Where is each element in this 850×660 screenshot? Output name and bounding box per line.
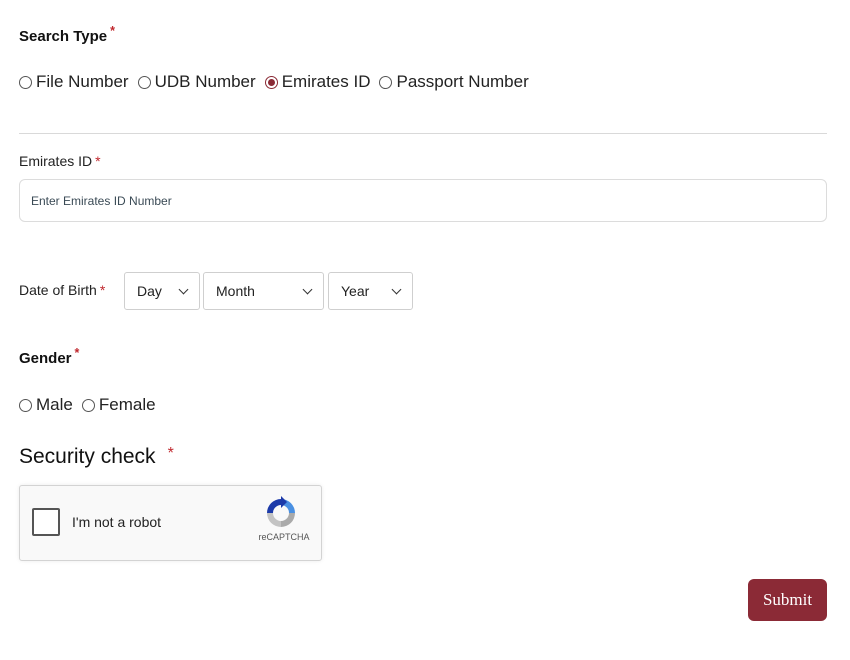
chevron-down-icon bbox=[178, 284, 189, 294]
day-select[interactable]: Day bbox=[124, 272, 200, 310]
gender-label: Gender * bbox=[19, 346, 79, 367]
year-select[interactable]: Year bbox=[328, 272, 413, 310]
required-mark: * bbox=[99, 282, 106, 298]
radio-female[interactable]: Female bbox=[81, 395, 156, 415]
security-check-title-text: Security check bbox=[19, 445, 156, 468]
radio-label: Emirates ID bbox=[281, 72, 371, 91]
radio-button[interactable] bbox=[137, 75, 151, 89]
radio-male[interactable]: Male bbox=[19, 395, 73, 415]
radio-passport-number[interactable]: Passport Number bbox=[379, 72, 529, 92]
recaptcha-checkbox[interactable] bbox=[32, 508, 60, 536]
required-mark: * bbox=[95, 153, 101, 169]
month-select[interactable]: Month bbox=[203, 272, 324, 310]
recaptcha-brand: reCAPTCHA bbox=[258, 532, 310, 542]
radio-file-number[interactable]: File Number bbox=[19, 72, 129, 92]
divider bbox=[19, 133, 827, 134]
radio-button[interactable] bbox=[19, 75, 32, 89]
radio-label: File Number bbox=[36, 72, 129, 91]
month-select-value: Month bbox=[216, 283, 255, 299]
date-of-birth-label: Date of Birth * bbox=[19, 282, 105, 298]
search-form: Search Type * File Number UDB Number Emir… bbox=[0, 0, 850, 660]
radio-emirates-id[interactable]: Emirates ID bbox=[264, 72, 371, 92]
search-type-label-text: Search Type bbox=[19, 28, 108, 45]
day-select-value: Day bbox=[137, 283, 162, 299]
recaptcha-widget: I'm not a robot reCAPTCHA bbox=[19, 485, 322, 561]
radio-label: UDB Number bbox=[154, 72, 256, 91]
radio-button[interactable] bbox=[19, 398, 32, 412]
required-mark: * bbox=[74, 346, 80, 360]
chevron-down-icon bbox=[391, 284, 402, 294]
gender-radio-group: Male Female bbox=[19, 395, 165, 415]
chevron-down-icon bbox=[302, 284, 313, 294]
radio-label: Female bbox=[98, 395, 156, 414]
emirates-id-input[interactable] bbox=[19, 179, 827, 222]
security-check-title: Security check * bbox=[19, 445, 174, 469]
search-type-radio-group: File Number UDB Number Emirates ID Passp… bbox=[19, 72, 538, 92]
radio-udb-number[interactable]: UDB Number bbox=[137, 72, 256, 92]
radio-button[interactable] bbox=[81, 398, 95, 412]
recaptcha-logo-icon bbox=[267, 496, 295, 527]
required-mark: * bbox=[110, 24, 115, 38]
submit-button[interactable]: Submit bbox=[748, 579, 827, 621]
radio-button-selected[interactable] bbox=[264, 75, 278, 89]
emirates-id-label: Emirates ID * bbox=[19, 153, 101, 169]
radio-label: Passport Number bbox=[396, 72, 529, 91]
gender-label-text: Gender bbox=[19, 350, 72, 367]
search-type-label: Search Type * bbox=[19, 24, 115, 45]
emirates-id-label-text: Emirates ID bbox=[19, 153, 93, 169]
required-mark: * bbox=[167, 445, 174, 462]
recaptcha-label: I'm not a robot bbox=[72, 514, 162, 530]
radio-label: Male bbox=[36, 395, 73, 414]
radio-button[interactable] bbox=[379, 75, 393, 89]
year-select-value: Year bbox=[341, 283, 370, 299]
date-of-birth-label-text: Date of Birth bbox=[19, 282, 97, 298]
